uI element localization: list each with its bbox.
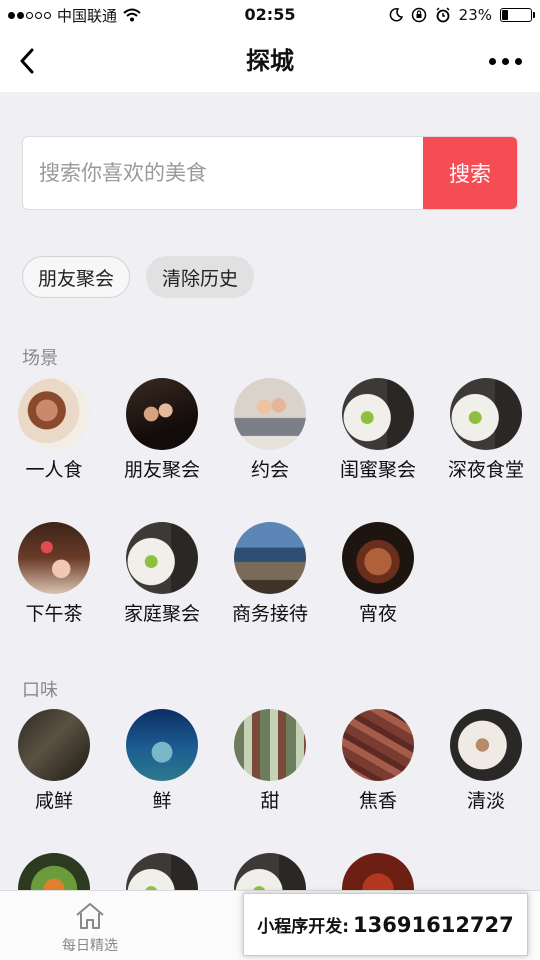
scene-item[interactable]: 约会: [216, 378, 324, 482]
plate-fork-photo: [450, 378, 522, 450]
section-title-scene: 场景: [22, 348, 58, 369]
alarm-icon: [436, 7, 450, 23]
status-bar: 中国联通 02:55 23%: [0, 0, 540, 30]
more-dots-icon: [489, 57, 496, 65]
nav-bar: 探城: [0, 30, 540, 92]
taste-item[interactable]: 清淡: [432, 709, 540, 813]
search-history: 朋友聚会 清除历史: [22, 256, 255, 298]
scene-item[interactable]: 一人食: [0, 378, 108, 482]
rotation-lock-icon: [411, 7, 426, 23]
taste-item[interactable]: 咸鲜: [0, 709, 108, 813]
history-chip[interactable]: 朋友聚会: [22, 256, 131, 298]
scene-item[interactable]: 宵夜: [324, 522, 432, 626]
dark-interior-photo: [18, 709, 90, 781]
restaurant-view-photo: [234, 522, 306, 594]
pastry-photo: [342, 522, 414, 594]
promo-phone: 13691612727: [353, 912, 514, 937]
party-photo: [126, 378, 198, 450]
promo-label: 小程序开发:: [257, 917, 350, 937]
dessert-photo: [18, 522, 90, 594]
soup-photo: [450, 709, 522, 781]
page-title: 探城: [246, 47, 294, 75]
food-plate-photo: [18, 378, 90, 450]
aquarium-photo: [126, 709, 198, 781]
plate-fork-photo: [126, 522, 198, 594]
taste-item[interactable]: 鲜: [108, 709, 216, 813]
clear-history-button[interactable]: 清除历史: [146, 256, 255, 298]
search-input[interactable]: [23, 137, 423, 209]
promo-banner: 小程序开发: 13691612727: [243, 893, 528, 956]
battery-icon: [500, 8, 535, 22]
more-button[interactable]: [489, 50, 522, 72]
tab-label: 每日精选: [62, 938, 118, 954]
scene-item[interactable]: 家庭聚会: [108, 522, 216, 626]
tab-daily-picks[interactable]: 每日精选: [40, 901, 140, 955]
couple-photo: [234, 378, 306, 450]
scene-item[interactable]: 闺蜜聚会: [324, 378, 432, 482]
taste-item[interactable]: 焦香: [324, 709, 432, 813]
search-button[interactable]: 搜索: [423, 137, 517, 209]
search-bar: 搜索: [22, 136, 518, 210]
scene-item[interactable]: 商务接待: [216, 522, 324, 626]
grilled-meat-photo: [342, 709, 414, 781]
scene-item[interactable]: 朋友聚会: [108, 378, 216, 482]
home-icon: [76, 903, 104, 929]
scene-item[interactable]: 深夜食堂: [432, 378, 540, 482]
taste-item[interactable]: 甜: [216, 709, 324, 813]
moon-icon: [389, 8, 403, 22]
dessert-display-photo: [234, 709, 306, 781]
plate-fork-photo: [342, 378, 414, 450]
section-title-taste: 口味: [22, 680, 58, 701]
scene-item[interactable]: 下午茶: [0, 522, 108, 626]
battery-percent: 23%: [458, 6, 492, 24]
